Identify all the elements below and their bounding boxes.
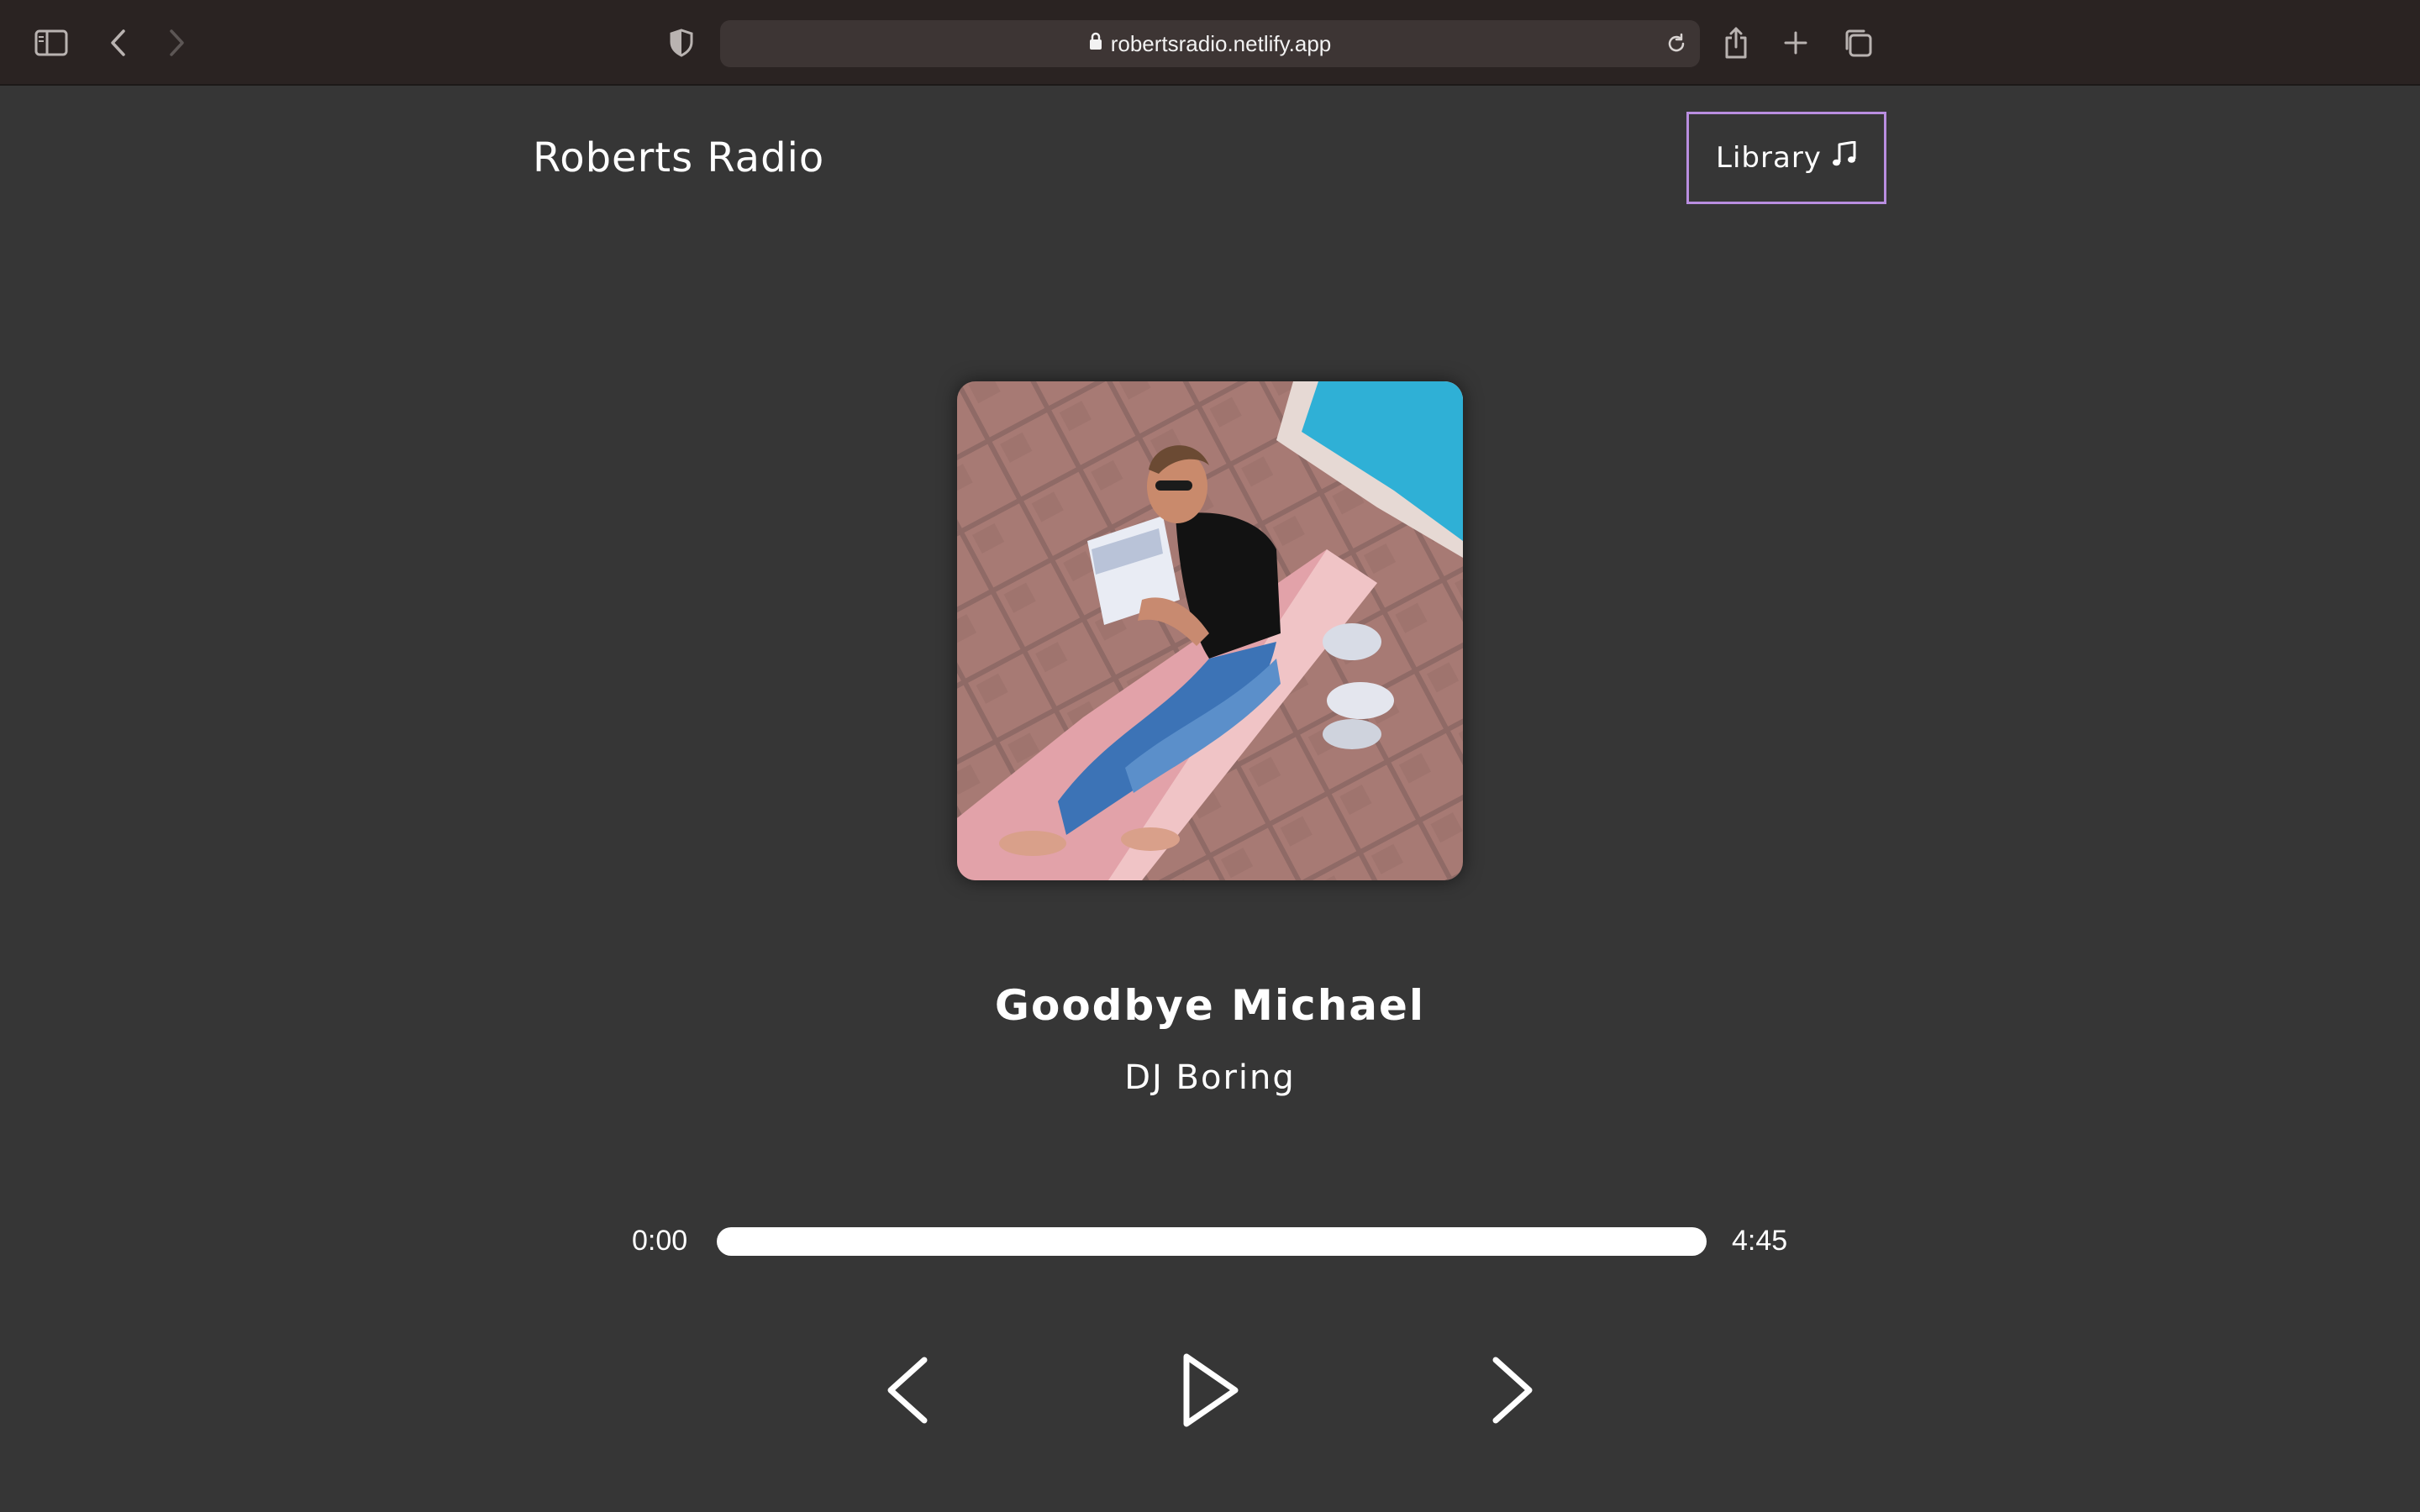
browser-toolbar: robertsradio.netlify.app (0, 0, 2420, 86)
plus-icon[interactable] (1770, 18, 1821, 68)
share-icon[interactable] (1711, 18, 1761, 68)
chevron-right-icon[interactable] (151, 18, 202, 68)
song-artist: DJ Boring (1124, 1058, 1296, 1097)
skip-forward-icon[interactable] (1470, 1348, 1555, 1432)
skip-back-icon[interactable] (865, 1348, 950, 1432)
library-button[interactable]: Library (1686, 112, 1886, 204)
current-time: 0:00 (632, 1225, 688, 1257)
address-bar[interactable]: robertsradio.netlify.app (720, 20, 1700, 67)
album-cover-image (957, 381, 1463, 880)
play-icon[interactable] (1168, 1348, 1252, 1432)
url-text: robertsradio.netlify.app (1110, 31, 1332, 56)
tab-overview-icon[interactable] (1833, 18, 1883, 68)
song-title: Goodbye Michael (994, 981, 1426, 1030)
site-title[interactable]: Roberts Radio (533, 126, 824, 190)
shield-icon[interactable] (656, 18, 707, 68)
progress-bar[interactable] (717, 1227, 1707, 1256)
chevron-left-icon[interactable] (93, 18, 144, 68)
music-note-icon (1832, 140, 1857, 176)
library-button-label: Library (1716, 141, 1822, 175)
reload-icon[interactable] (1661, 29, 1691, 59)
lock-icon (1089, 19, 1102, 66)
duration: 4:45 (1732, 1225, 1788, 1257)
sidebar-icon[interactable] (26, 18, 76, 68)
